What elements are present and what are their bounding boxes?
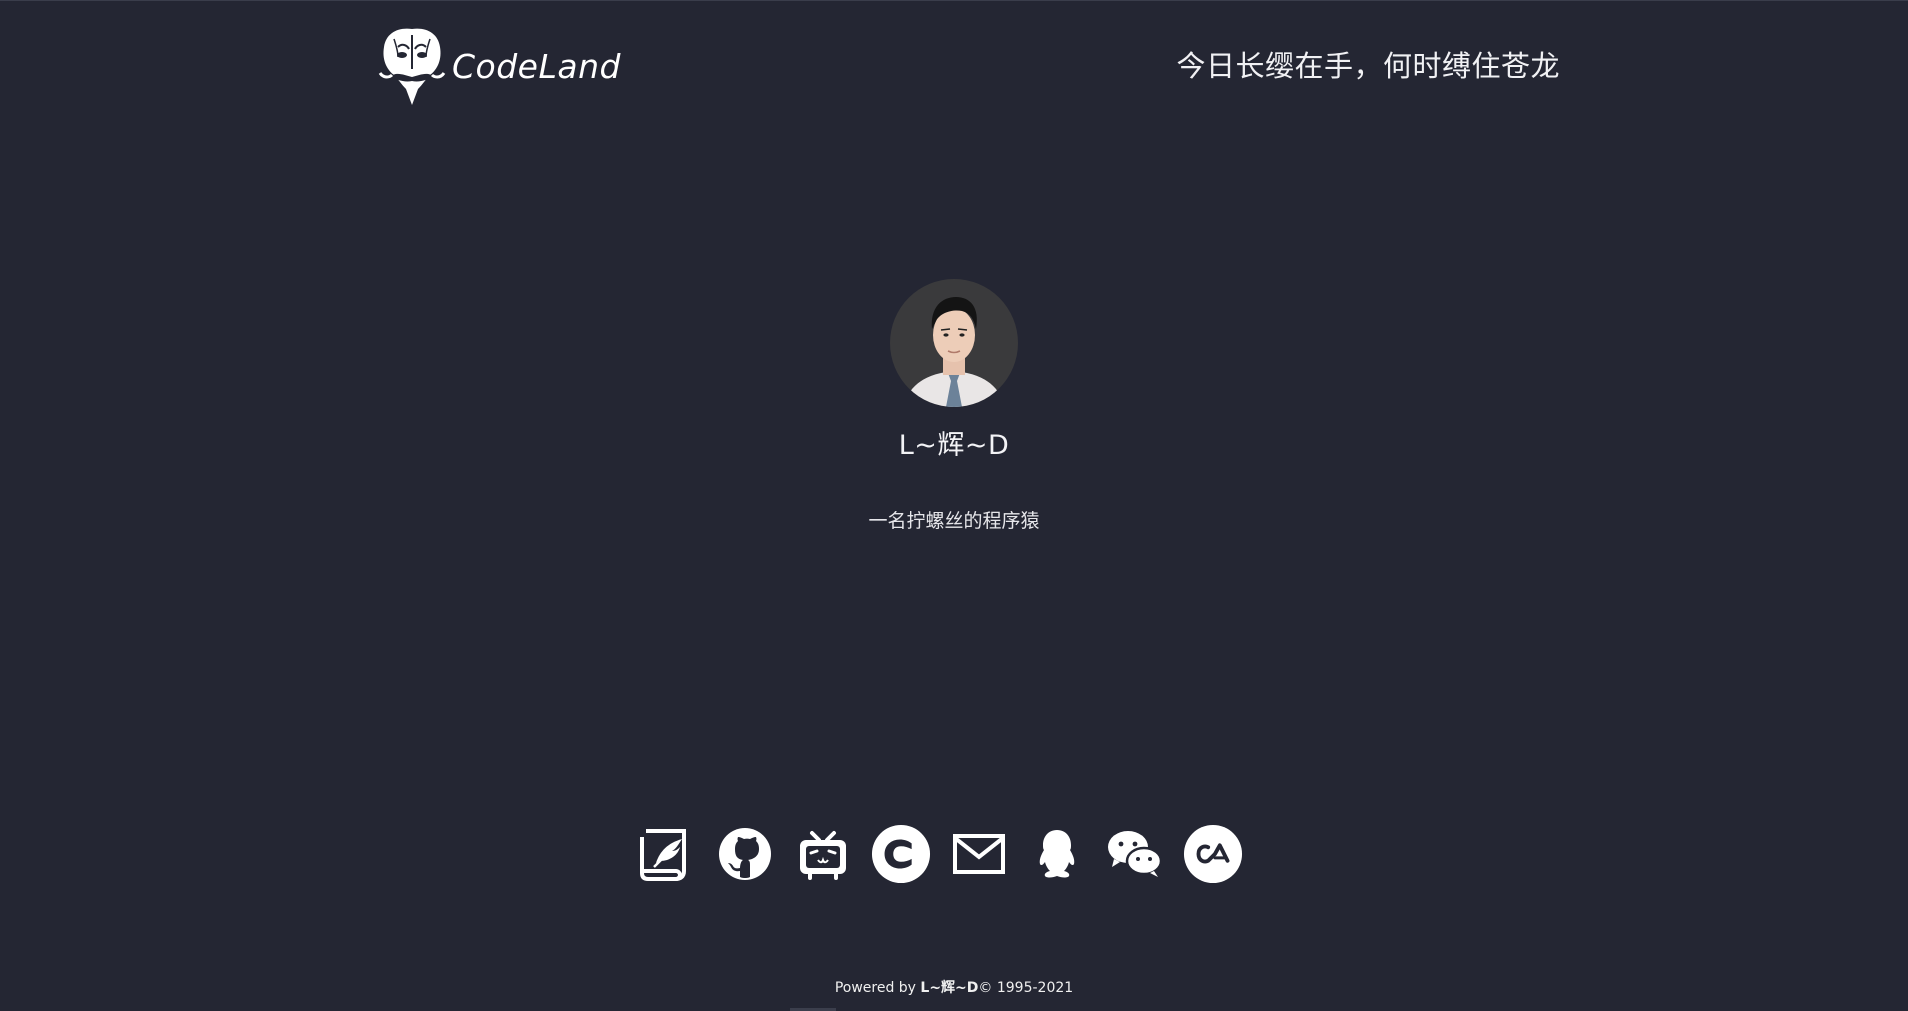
logo-text: CodeLand <box>452 46 621 86</box>
csdn-link[interactable] <box>871 823 931 885</box>
email-link[interactable] <box>949 823 1009 885</box>
logo-link[interactable]: CodeLand <box>376 25 621 107</box>
footer-author[interactable]: L~辉~D <box>920 980 978 996</box>
email-icon <box>953 834 1005 874</box>
bilibili-icon <box>800 831 846 880</box>
codewars-icon <box>1183 824 1243 884</box>
mask-logo-icon <box>378 28 446 105</box>
avatar[interactable] <box>890 279 1018 407</box>
blog-link[interactable] <box>637 823 697 885</box>
profile: L~辉~D 一名拧螺丝的程序猿 <box>0 279 1908 533</box>
github-icon <box>719 828 771 880</box>
slogan: 今日长缨在手，何时缚住苍龙 <box>1176 49 1560 83</box>
footer-copyright: © 1995-2021 <box>978 980 1074 996</box>
avatar-portrait-icon <box>890 279 1018 407</box>
wechat-link[interactable] <box>1105 823 1165 885</box>
blog-icon <box>640 829 686 881</box>
header: CodeLand 今日长缨在手，何时缚住苍龙 <box>376 23 1560 109</box>
profile-name: L~辉~D <box>898 430 1010 461</box>
bilibili-link[interactable] <box>793 823 853 885</box>
page: CodeLand 今日长缨在手，何时缚住苍龙 L~辉~D 一名拧螺丝的程序猿 P… <box>0 0 1908 1011</box>
wechat-icon <box>1108 831 1163 877</box>
qq-link[interactable] <box>1027 823 1087 885</box>
social-links <box>0 823 1894 885</box>
footer: Powered by L~辉~D© 1995-2021 <box>0 977 1908 997</box>
github-link[interactable] <box>715 823 775 885</box>
qq-icon <box>1039 830 1075 878</box>
csdn-icon <box>871 824 931 884</box>
profile-bio: 一名拧螺丝的程序猿 <box>868 510 1040 532</box>
footer-prefix: Powered by <box>834 980 921 996</box>
codewars-link[interactable] <box>1183 823 1243 885</box>
